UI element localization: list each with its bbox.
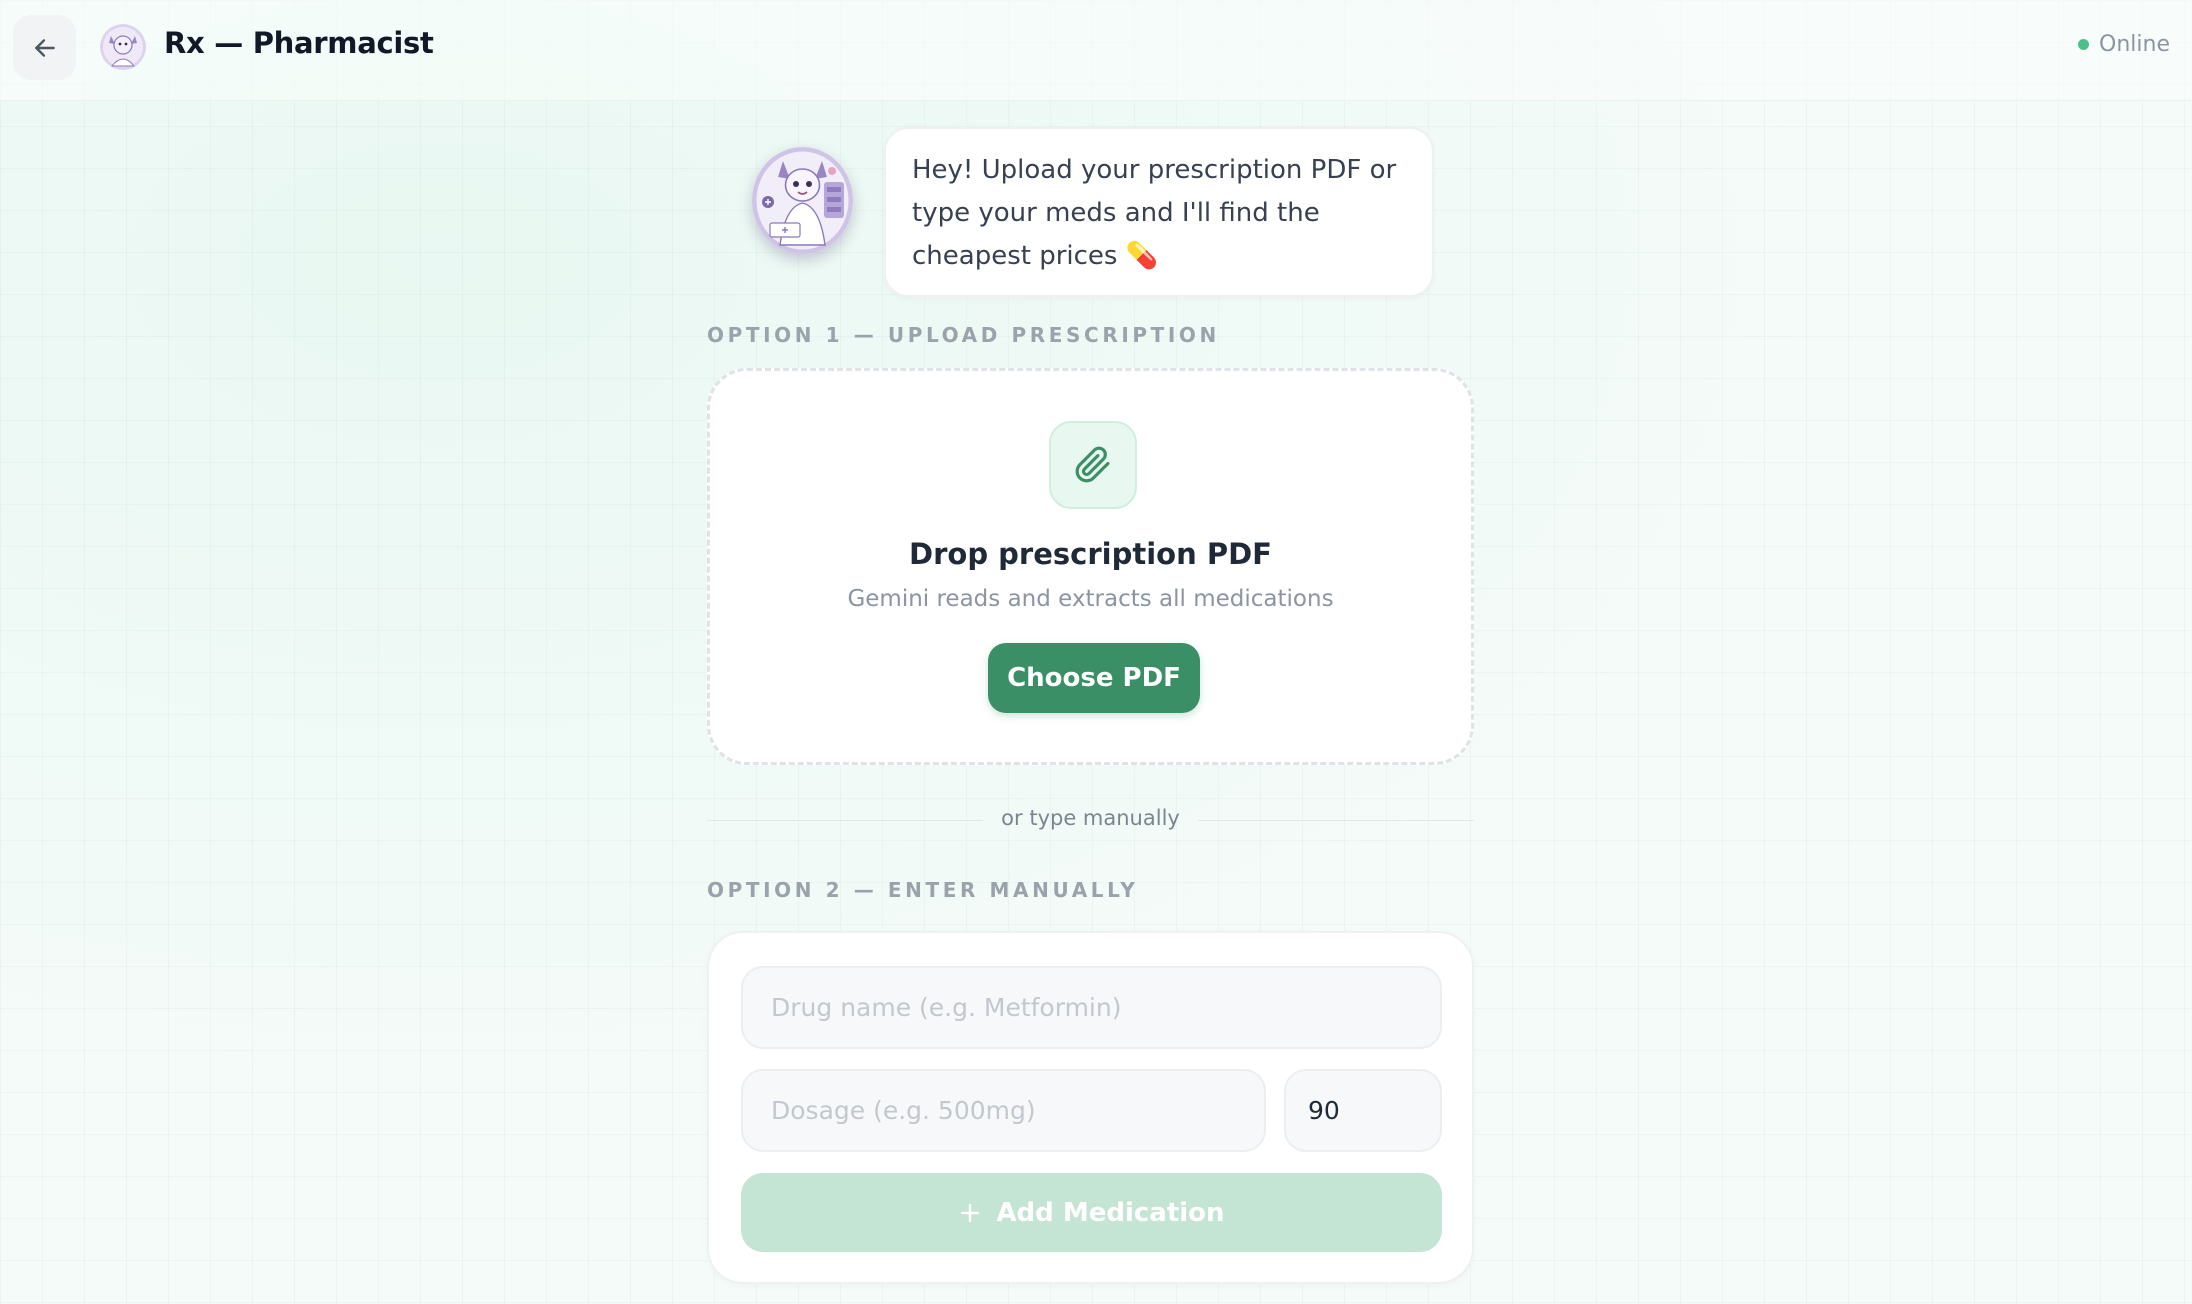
manual-entry-form: Add Medication [707,931,1474,1284]
quantity-input[interactable] [1284,1069,1442,1152]
back-button[interactable] [13,15,76,80]
bot-message-bubble: Hey! Upload your prescription PDF or typ… [884,127,1434,297]
top-bar: Rx — Pharmacist Online [0,0,2192,101]
add-medication-button[interactable]: Add Medication [741,1173,1442,1252]
status-dot-icon [2078,39,2090,50]
upload-section-label: OPTION 1 — UPLOAD PRESCRIPTION [707,323,1220,347]
drug-name-input[interactable] [741,966,1442,1049]
dropzone-title: Drop prescription PDF [909,537,1272,571]
page-title: Rx — Pharmacist [164,26,434,60]
paperclip-icon [1049,421,1137,509]
add-medication-label: Add Medication [996,1197,1225,1228]
pharmacist-avatar [752,147,853,254]
manual-section-label: OPTION 2 — ENTER MANUALLY [707,878,1139,902]
pdf-dropzone[interactable]: Drop prescription PDF Gemini reads and e… [707,368,1474,765]
divider-text: or type manually [1001,806,1180,830]
online-status: Online [2078,32,2170,57]
or-divider: or type manually [707,806,1474,836]
status-label: Online [2099,32,2170,57]
plus-icon [961,1203,980,1222]
choose-pdf-button[interactable]: Choose PDF [988,643,1200,713]
pharmacist-avatar-small [100,24,146,70]
dropzone-subtitle: Gemini reads and extracts all medication… [847,586,1334,612]
arrow-left-icon [34,38,55,57]
dosage-input[interactable] [741,1069,1266,1152]
